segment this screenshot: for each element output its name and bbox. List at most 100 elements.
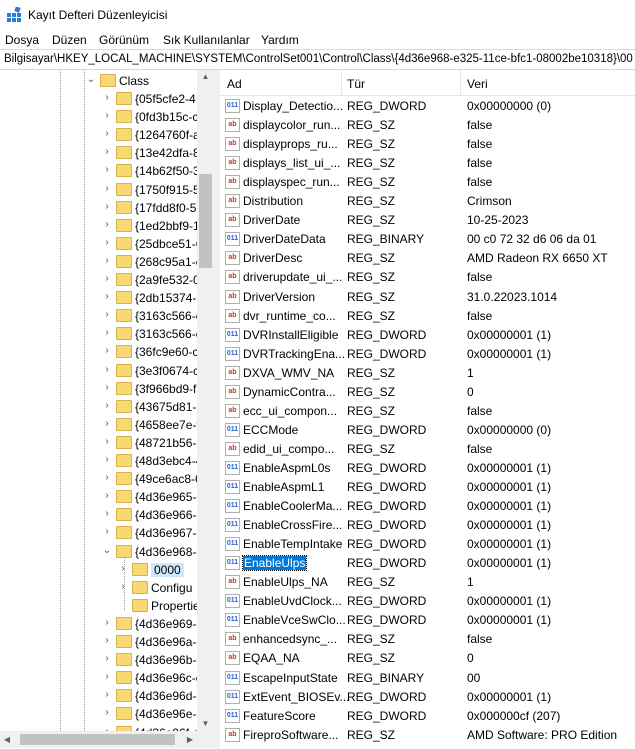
chevron-icon[interactable]: ›: [102, 292, 112, 302]
tree-item-key[interactable]: › {48721b56-6: [0, 434, 214, 452]
tree-vertical-scrollbar[interactable]: ▲ ▼: [197, 70, 214, 731]
value-row[interactable]: ab EQAA_NA REG_SZ 0: [220, 649, 635, 668]
scroll-thumb-horizontal[interactable]: [20, 734, 175, 745]
value-row[interactable]: 011 EnableCrossFire... REG_DWORD 0x00000001…: [220, 516, 635, 535]
scroll-up-icon[interactable]: ▲: [197, 70, 214, 84]
value-row[interactable]: 011 EnableUlps REG_DWORD 0x00000001 (1): [220, 554, 635, 573]
tree-item-key[interactable]: › {13e42dfa-8: [0, 144, 214, 162]
value-row[interactable]: 011 ExtEvent_BIOSEv... REG_DWORD 0x00000001…: [220, 688, 635, 707]
tree-item-key[interactable]: › {4658ee7e-f: [0, 416, 214, 434]
tree-item-key[interactable]: › {4d36e965-e: [0, 488, 214, 506]
tree-item-key[interactable]: › {268c95a1-e: [0, 253, 214, 271]
value-row[interactable]: 011 EnableAspmL0s REG_DWORD 0x00000001 (1): [220, 459, 635, 478]
value-row[interactable]: ab enhancedsync_... REG_SZ false: [220, 630, 635, 649]
value-row[interactable]: ab DriverDate REG_SZ 10-25-2023: [220, 211, 635, 230]
chevron-icon[interactable]: ›: [102, 455, 112, 465]
tree-item-class[interactable]: ⌄ Class: [0, 72, 214, 90]
value-row[interactable]: ab dvr_runtime_co... REG_SZ false: [220, 307, 635, 326]
value-row[interactable]: 011 EnableUvdClock... REG_DWORD 0x00000001 …: [220, 592, 635, 611]
chevron-icon[interactable]: ›: [102, 654, 112, 664]
tree-item-key[interactable]: › {4d36e96a-e: [0, 633, 214, 651]
menu-duzen[interactable]: Düzen: [52, 33, 87, 47]
chevron-icon[interactable]: ›: [102, 165, 112, 175]
chevron-icon[interactable]: ›: [102, 418, 112, 429]
chevron-icon[interactable]: ›: [102, 672, 112, 682]
chevron-icon[interactable]: ›: [102, 129, 112, 139]
chevron-icon[interactable]: ›: [102, 617, 112, 628]
value-row[interactable]: ab displays_list_ui_... REG_SZ false: [220, 154, 635, 173]
column-name-header[interactable]: Ad: [227, 77, 242, 91]
tree-item-key[interactable]: › {1750f915-5: [0, 181, 214, 199]
menu-gorunum[interactable]: Görünüm: [99, 33, 149, 47]
chevron-icon[interactable]: ›: [102, 346, 112, 356]
tree-item-key[interactable]: › {4d36e96d-e: [0, 687, 214, 705]
tree-item-key[interactable]: › {4d36e96e-e: [0, 705, 214, 723]
column-data-header[interactable]: Veri: [467, 77, 488, 91]
chevron-icon[interactable]: ›: [102, 364, 112, 375]
value-row[interactable]: ab Distribution REG_SZ Crimson: [220, 192, 635, 211]
tree-item-subkey[interactable]: › 0000: [0, 561, 214, 579]
chevron-icon[interactable]: ›: [102, 509, 112, 519]
tree-item-key[interactable]: › {3e3f0674-c: [0, 362, 214, 380]
tree-horizontal-scrollbar[interactable]: ◀ ▶: [0, 731, 214, 748]
tree-item-subkey[interactable]: Propertie: [0, 597, 214, 615]
chevron-icon[interactable]: ›: [102, 473, 112, 483]
chevron-icon[interactable]: ›: [102, 636, 112, 646]
tree-item-key[interactable]: › {17fdd8f0-5: [0, 199, 214, 217]
chevron-icon[interactable]: ›: [118, 581, 128, 592]
menu-dosya[interactable]: Dosya: [5, 33, 39, 47]
tree-item-key[interactable]: › {2a9fe532-0: [0, 271, 214, 289]
tree-item-key[interactable]: › {3163c566-c: [0, 325, 214, 343]
tree-item-key[interactable]: › {0fd3b15c-c: [0, 108, 214, 126]
chevron-icon[interactable]: ›: [102, 93, 112, 103]
value-row[interactable]: 011 EnableAspmL1 REG_DWORD 0x00000001 (1): [220, 478, 635, 497]
chevron-icon[interactable]: ›: [102, 328, 112, 338]
chevron-icon[interactable]: ›: [102, 147, 112, 157]
tree-item-key[interactable]: ⌄ {4d36e968-e: [0, 543, 214, 561]
chevron-icon[interactable]: ›: [118, 563, 128, 574]
chevron-icon[interactable]: ›: [102, 201, 112, 212]
column-separator[interactable]: [341, 70, 342, 96]
chevron-icon[interactable]: ⌄: [86, 75, 96, 85]
tree-item-key[interactable]: ›{4d36e96f-e: [0, 724, 214, 731]
chevron-icon[interactable]: ›: [102, 111, 112, 121]
tree-item-key[interactable]: › {2db15374-7: [0, 289, 214, 307]
value-row[interactable]: ab FireproSoftware... REG_SZ AMD Software: …: [220, 726, 635, 745]
tree-item-key[interactable]: › {4d36e96b-e: [0, 651, 214, 669]
scroll-right-icon[interactable]: ▶: [183, 731, 197, 748]
value-row[interactable]: ab displayspec_run... REG_SZ false: [220, 173, 635, 192]
value-row[interactable]: ab DriverVersion REG_SZ 31.0.22023.1014: [220, 288, 635, 307]
chevron-icon[interactable]: ›: [102, 255, 112, 266]
column-type-header[interactable]: Tür: [347, 77, 365, 91]
tree-item-key[interactable]: › {4d36e967-e: [0, 524, 214, 542]
scroll-thumb[interactable]: [199, 174, 212, 268]
value-row[interactable]: 011 DVRInstallEligible REG_DWORD 0x00000001…: [220, 326, 635, 345]
chevron-icon[interactable]: ›: [102, 183, 112, 194]
tree-item-key[interactable]: › {4d36e96c-e: [0, 669, 214, 687]
scroll-left-icon[interactable]: ◀: [0, 731, 14, 748]
value-row[interactable]: ab edid_ui_compo... REG_SZ false: [220, 440, 635, 459]
tree-item-key[interactable]: › {49ce6ac8-6: [0, 470, 214, 488]
tree-item-key[interactable]: › {43675d81-5: [0, 398, 214, 416]
tree-item-key[interactable]: › {1264760f-a: [0, 126, 214, 144]
tree-item-key[interactable]: › {4d36e966-e: [0, 506, 214, 524]
menu-yardim[interactable]: Yardım: [261, 33, 299, 47]
value-row[interactable]: ab driverupdate_ui_... REG_SZ false: [220, 268, 635, 287]
value-row[interactable]: 011 EnableVceSwClo... REG_DWORD 0x00000001 …: [220, 611, 635, 630]
tree-item-key[interactable]: › {05f5cfe2-4: [0, 90, 214, 108]
value-row[interactable]: 011 FeatureScore REG_DWORD 0x000000cf (207): [220, 707, 635, 726]
value-row[interactable]: 011 DVRTrackingEna... REG_DWORD 0x00000001 …: [220, 345, 635, 364]
tree-item-key[interactable]: › {14b62f50-3: [0, 162, 214, 180]
tree-item-key[interactable]: › {36fc9e60-c: [0, 343, 214, 361]
tree-item-key[interactable]: › {1ed2bbf9-1: [0, 217, 214, 235]
chevron-icon[interactable]: ›: [102, 310, 112, 320]
chevron-icon[interactable]: ›: [102, 690, 112, 700]
scroll-down-icon[interactable]: ▼: [197, 717, 214, 731]
value-row[interactable]: ab displaycolor_run... REG_SZ false: [220, 116, 635, 135]
chevron-icon[interactable]: ›: [102, 491, 112, 501]
menu-sik-kullanilanlar[interactable]: Sık Kullanılanlar: [163, 33, 250, 47]
chevron-icon[interactable]: ›: [102, 436, 112, 447]
chevron-icon[interactable]: ⌄: [102, 545, 112, 556]
value-row[interactable]: 011 DriverDateData REG_BINARY 00 c0 72 32 d…: [220, 230, 635, 249]
value-row[interactable]: ab DriverDesc REG_SZ AMD Radeon RX 6650 XT: [220, 249, 635, 268]
